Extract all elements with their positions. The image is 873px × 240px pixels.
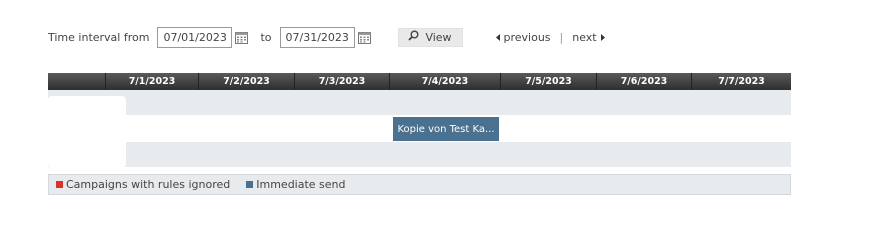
previous-link[interactable]: previous: [495, 30, 551, 44]
from-date-input[interactable]: [157, 26, 233, 48]
row-label-area: [48, 96, 126, 168]
from-label: Time interval from: [48, 30, 150, 44]
search-icon: [408, 30, 419, 44]
timeline: 7/1/2023 7/2/2023 7/3/2023 7/4/2023 7/5/…: [48, 73, 791, 168]
to-label: to: [260, 30, 272, 44]
legend: Campaigns with rules ignored Immediate s…: [48, 174, 791, 195]
day-header: 7/3/2023: [295, 73, 390, 90]
next-label: next: [572, 30, 597, 44]
caret-left-icon: [495, 31, 501, 44]
day-header: 7/5/2023: [501, 73, 597, 90]
previous-label: previous: [503, 30, 551, 44]
calendar-icon[interactable]: [357, 31, 371, 44]
legend-item: Campaigns with rules ignored: [56, 178, 230, 191]
day-header: 7/4/2023: [390, 73, 501, 90]
to-date-input[interactable]: [279, 26, 355, 48]
view-button[interactable]: View: [397, 27, 463, 47]
legend-swatch-red: [56, 181, 63, 188]
timeline-row: [48, 90, 791, 115]
view-button-label: View: [425, 30, 452, 44]
next-link[interactable]: next: [572, 30, 605, 44]
caret-right-icon: [600, 31, 605, 44]
timeline-header-spacer: [48, 73, 106, 90]
legend-label: Campaigns with rules ignored: [66, 178, 231, 191]
calendar-icon[interactable]: [235, 31, 249, 44]
timeline-row: [48, 142, 791, 167]
legend-item: Immediate send: [246, 178, 346, 191]
pagination: previous | next: [495, 30, 605, 44]
timeline-header: 7/1/2023 7/2/2023 7/3/2023 7/4/2023 7/5/…: [48, 73, 791, 90]
day-header: 7/6/2023: [597, 73, 692, 90]
campaign-event[interactable]: Kopie von Test Ka...: [393, 117, 499, 141]
legend-label: Immediate send: [256, 178, 346, 191]
nav-separator: |: [559, 30, 564, 44]
day-header: 7/7/2023: [718, 76, 765, 87]
toolbar: Time interval from to: [48, 26, 605, 48]
legend-swatch-blue: [246, 181, 254, 188]
day-header: 7/1/2023: [106, 73, 199, 90]
day-header: 7/2/2023: [199, 73, 295, 90]
